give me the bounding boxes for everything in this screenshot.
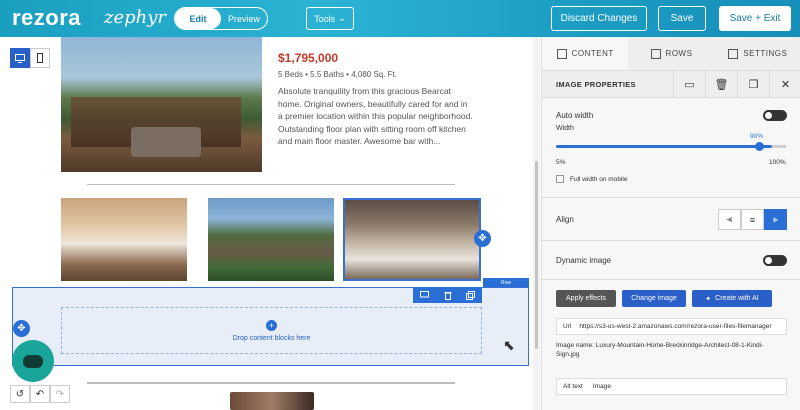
tab-label: SETTINGS — [743, 49, 788, 58]
mouse-cursor-icon: ⬉ — [503, 337, 515, 353]
rows-icon — [650, 48, 661, 59]
mobile-view-icon[interactable] — [30, 48, 50, 68]
tools-label: Tools — [314, 13, 336, 24]
auto-width-toggle[interactable] — [763, 110, 787, 121]
history-toolbar: ↺ ↶ ↷ — [10, 385, 70, 403]
url-label: Url — [563, 323, 572, 330]
listing-description: Absolute tranquility from this gracious … — [278, 86, 473, 146]
width-slider-rest[interactable] — [772, 145, 786, 148]
properties-panel: CONTENT ROWS SETTINGS IMAGE PROPERTIES ▭… — [541, 37, 800, 410]
divider — [87, 184, 455, 185]
comment-icon[interactable] — [418, 289, 432, 301]
settings-icon — [728, 48, 739, 59]
move-icon[interactable]: ✥ — [474, 230, 491, 247]
edit-mode-button[interactable]: Edit — [175, 8, 221, 29]
width-slider-track[interactable] — [556, 145, 772, 148]
listing-specs: 5 Beds • 5.5 Baths • 4,080 Sq. Ft. — [278, 70, 398, 79]
url-value: https://s3-us-west-2.amazonaws.com/rezor… — [579, 323, 772, 330]
full-width-mobile-checkbox[interactable] — [556, 175, 564, 183]
create-with-ai-label: Create with AI — [715, 295, 759, 302]
align-label: Align — [556, 215, 574, 224]
chevron-down-icon: ⌄ — [338, 13, 346, 23]
tab-label: ROWS — [665, 49, 693, 58]
row-tag: Row — [483, 278, 529, 287]
full-width-mobile-label: Full width on mobile — [570, 176, 628, 183]
width-label: Width — [556, 125, 574, 132]
divider — [87, 382, 455, 384]
alt-text-value: Image — [592, 383, 611, 390]
alt-text-field[interactable]: Alt text Image — [556, 378, 787, 395]
preview-mode-button[interactable]: Preview — [221, 8, 267, 29]
gallery-image-exterior[interactable] — [208, 198, 334, 281]
listing-image[interactable] — [61, 37, 262, 172]
width-max-label: 100% — [769, 159, 786, 166]
change-image-button[interactable]: Change image — [622, 290, 686, 307]
panel-header-actions: ▭ 🗑 ❐ ✕ — [673, 71, 800, 98]
tab-label: CONTENT — [571, 49, 614, 58]
divider — [542, 197, 800, 198]
mode-toggle: Edit Preview — [174, 7, 268, 30]
duplicate-icon[interactable] — [464, 289, 478, 301]
brand-logo: rezora — [12, 5, 82, 30]
save-exit-button[interactable]: Save + Exit — [719, 6, 791, 31]
panel-header: IMAGE PROPERTIES ▭ 🗑 ❐ ✕ — [542, 71, 800, 98]
device-toggle — [10, 48, 50, 68]
duplicate-icon[interactable]: ❐ — [737, 71, 769, 98]
chat-icon — [23, 354, 43, 368]
tab-rows[interactable]: ROWS — [628, 37, 714, 70]
image-name: Image name: Luxury-Mountain-Home-Breckin… — [556, 342, 764, 358]
gallery-image-kitchen[interactable] — [61, 198, 187, 281]
comment-icon[interactable]: ▭ — [673, 71, 705, 98]
tools-dropdown[interactable]: Tools ⌄ — [306, 7, 354, 30]
align-buttons: ⫷ ≡ ⫸ — [718, 209, 787, 230]
drop-zone[interactable]: + Drop content blocks here — [61, 307, 482, 354]
listing-price: $1,795,000 — [278, 51, 339, 65]
row-move-icon[interactable]: ✥ — [13, 320, 30, 337]
magic-wand-icon: ✦ — [705, 295, 712, 303]
width-min-label: 5% — [556, 159, 566, 166]
redo-icon[interactable]: ↷ — [50, 385, 70, 403]
grid-icon — [556, 48, 567, 59]
profile-image[interactable] — [230, 392, 314, 410]
apply-effects-button[interactable]: Apply effects — [556, 290, 616, 307]
delete-icon[interactable]: 🗑 — [705, 71, 737, 98]
editor-canvas: $1,795,000 5 Beds • 5.5 Baths • 4,080 Sq… — [0, 37, 540, 410]
divider — [542, 240, 800, 241]
history-icon[interactable]: ↺ — [10, 385, 30, 403]
divider — [542, 279, 800, 280]
align-center-icon[interactable]: ≡ — [741, 209, 764, 230]
panel-tabs: CONTENT ROWS SETTINGS — [542, 37, 800, 71]
add-icon: + — [266, 319, 277, 331]
auto-width-label: Auto width — [556, 111, 594, 120]
top-bar: rezora zephyr Edit Preview Tools ⌄ Disca… — [0, 0, 800, 37]
align-right-icon[interactable]: ⫸ — [764, 209, 787, 230]
discard-changes-button[interactable]: Discard Changes — [551, 6, 647, 31]
create-with-ai-button[interactable]: ✦ Create with AI — [692, 290, 772, 307]
save-button[interactable]: Save — [658, 6, 706, 31]
tab-content[interactable]: CONTENT — [542, 37, 629, 70]
chat-button[interactable] — [12, 340, 54, 382]
scrollbar-thumb[interactable] — [535, 161, 538, 349]
panel-title: IMAGE PROPERTIES — [556, 80, 636, 89]
align-left-icon[interactable]: ⫷ — [718, 209, 741, 230]
desktop-view-icon[interactable] — [10, 48, 30, 68]
width-value: 90% — [750, 133, 764, 140]
alt-text-label: Alt text — [563, 383, 583, 390]
undo-icon[interactable]: ↶ — [30, 385, 50, 403]
tab-settings[interactable]: SETTINGS — [715, 37, 800, 70]
row-toolbar — [413, 287, 482, 303]
drop-zone-label: Drop content blocks here — [232, 334, 311, 342]
dynamic-image-toggle[interactable] — [763, 255, 787, 266]
close-icon[interactable]: ✕ — [769, 71, 800, 98]
delete-icon[interactable] — [441, 289, 455, 301]
gallery-image-living-room-selected[interactable] — [343, 198, 481, 281]
width-slider-thumb[interactable] — [755, 142, 764, 151]
dynamic-image-label: Dynamic image — [556, 256, 612, 265]
brand-product-name: zephyr — [104, 7, 167, 28]
url-field[interactable]: Url https://s3-us-west-2.amazonaws.com/r… — [556, 318, 787, 335]
